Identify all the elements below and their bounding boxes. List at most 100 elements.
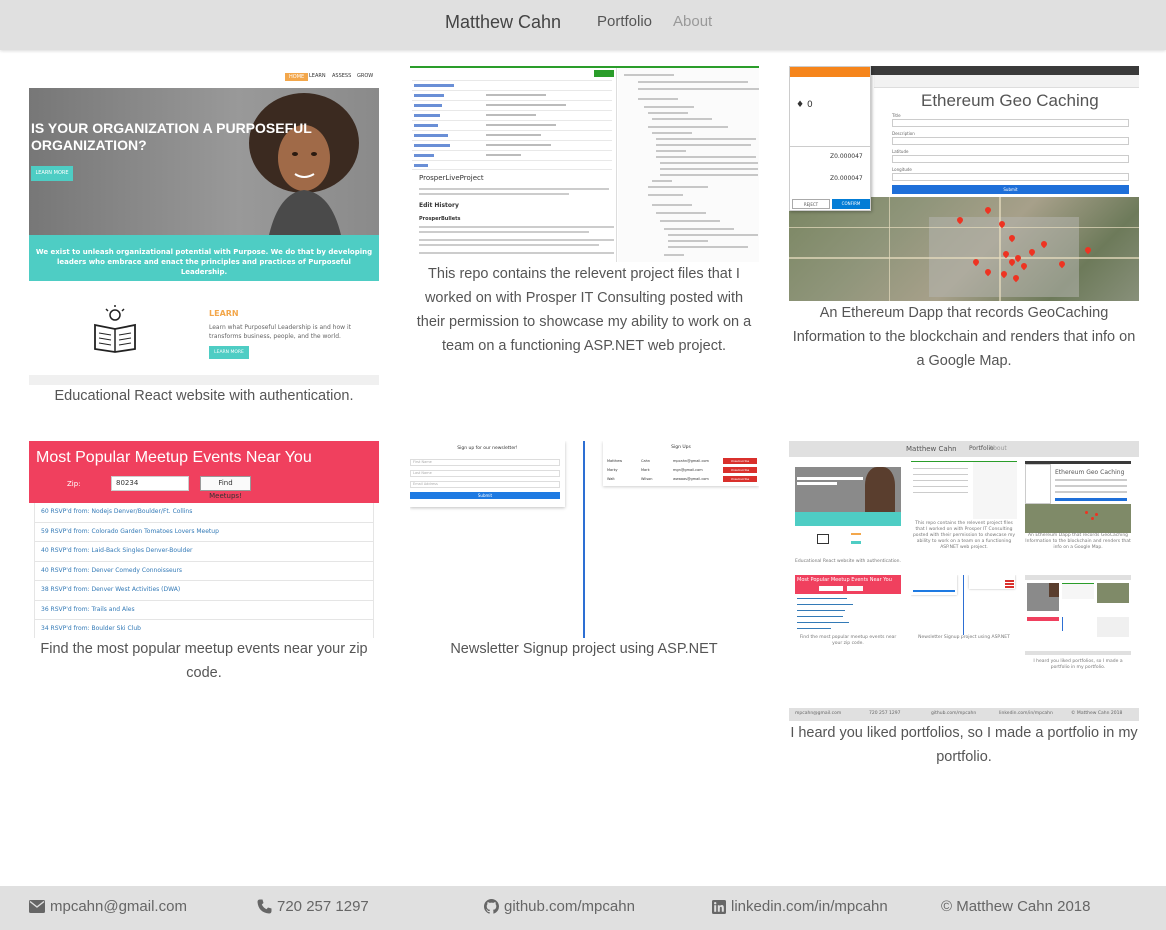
preview-nav-home: HOME xyxy=(285,73,309,81)
preview-footer-item: linkedin.com/in/mpcahn xyxy=(999,711,1053,716)
project-thumbnail-prosper[interactable]: ProsperLiveProject Edit History ProsperB… xyxy=(410,66,759,262)
preview-table-title: Sign Ups xyxy=(671,445,691,450)
footer-linkedin-link[interactable]: linkedin.com/in/mpcahn xyxy=(712,898,888,915)
table-cell: Marky xyxy=(607,468,618,472)
preview-edit-history: Edit History xyxy=(419,202,459,209)
preview-project-title: ProsperLiveProject xyxy=(419,174,484,182)
footer-email-text: mpcahn@gmail.com xyxy=(50,898,187,915)
project-caption: An Ethereum Dapp that records GeoCaching… xyxy=(792,305,1136,369)
project-caption: This repo contains the relevent project … xyxy=(416,266,752,354)
preview-field-label: Title xyxy=(892,113,901,118)
preview-signup-form: Sign up for our newsletter! First Name L… xyxy=(410,441,565,507)
preview-form-submit: Submit xyxy=(410,492,560,499)
preview-learn-text: Learn what Purposeful Leadership is and … xyxy=(209,324,351,340)
footer: mpcahn@gmail.com 720 257 1297 github.com… xyxy=(0,886,1166,930)
preview-code-pane xyxy=(618,68,759,262)
preview-divider xyxy=(583,441,585,638)
preview-amount: Ζ0.000047 xyxy=(830,153,863,160)
preview-meetup-header: Most Popular Meetup Events Near You Zip:… xyxy=(29,441,379,503)
preview-field xyxy=(892,155,1129,163)
footer-github-text: github.com/mpcahn xyxy=(504,898,635,915)
preview-find-meetups-button: Find Meetups! xyxy=(200,476,251,500)
preview-confirm-dialog: Ζ0.000047 Ζ0.000047 REJECT CONFIRM xyxy=(789,146,871,211)
github-icon xyxy=(484,899,499,914)
preview-field xyxy=(892,119,1129,127)
envelope-icon xyxy=(29,900,45,913)
preview-sub-heading: ProsperBullets xyxy=(419,216,461,222)
footer-email-link[interactable]: mpcahn@gmail.com xyxy=(29,898,187,915)
preview-hero-title: IS YOUR ORGANIZATION A PURPOSEFUL ORGANI… xyxy=(31,120,312,153)
brand-link[interactable]: Matthew Cahn xyxy=(445,12,561,33)
project-thumbnail-purposeful-leadership[interactable]: HOME LEARN ASSESS GROW IS YOUR ORGANIZAT… xyxy=(29,66,379,385)
preview-field-label: Longitude xyxy=(892,167,912,172)
nav-portfolio-link[interactable]: Portfolio xyxy=(597,13,652,30)
table-cell: Matthew xyxy=(607,459,623,463)
mini-thumbnail xyxy=(911,575,1017,635)
preview-geo-title: Ethereum Geo Caching xyxy=(921,91,1099,110)
preview-learn-title: LEARN xyxy=(209,309,239,318)
project-caption: Educational React website with authentic… xyxy=(54,388,354,404)
mini-thumbnail xyxy=(1025,575,1131,657)
table-cell: Wilson xyxy=(641,477,653,481)
list-item: 59 RSVP'd from: Colorado Garden Tomatoes… xyxy=(34,522,374,542)
preview-repo-pane: ProsperLiveProject Edit History ProsperB… xyxy=(410,68,617,262)
mini-thumbnail: Most Popular Meetup Events Near You xyxy=(795,575,901,635)
mini-thumbnail: Ethereum Geo Caching xyxy=(1025,461,1131,533)
lightbulb-book-icon xyxy=(94,305,136,353)
footer-phone-text: 720 257 1297 xyxy=(277,898,369,915)
preview-field xyxy=(892,173,1129,181)
preview-confirm-button: CONFIRM xyxy=(832,199,870,209)
project-caption: I heard you liked portfolios, so I made … xyxy=(790,725,1138,765)
footer-linkedin-text: linkedin.com/in/mpcahn xyxy=(731,898,888,915)
mini-caption: Find the most popular meetup events near… xyxy=(799,635,897,646)
preview-footer-item: mpcahn@gmail.com xyxy=(795,711,842,716)
footer-github-link[interactable]: github.com/mpcahn xyxy=(484,898,635,915)
preview-field-label: Description xyxy=(892,131,915,136)
preview-unsubscribe-button: Unsubscribe xyxy=(723,476,757,482)
phone-icon xyxy=(257,899,272,914)
preview-learn-section: LEARN Learn what Purposeful Leadership i… xyxy=(29,281,379,376)
nav-about-link[interactable]: About xyxy=(673,13,712,30)
preview-footer-item: © Matthew Cahn 2018 xyxy=(1071,711,1123,716)
project-thumbnail-newsletter[interactable]: Sign up for our newsletter! First Name L… xyxy=(410,441,759,638)
project-thumbnail-meetup[interactable]: Most Popular Meetup Events Near You Zip:… xyxy=(29,441,379,638)
preview-field xyxy=(892,137,1129,145)
list-item: 36 RSVP'd from: Trails and Ales xyxy=(34,600,374,620)
preview-form-field: Last Name xyxy=(410,470,560,477)
preview-google-map xyxy=(789,197,1139,301)
list-item: 60 RSVP'd from: Nodejs Denver/Boulder/Ft… xyxy=(34,503,374,523)
preview-zip-input: 80234 xyxy=(111,476,189,491)
preview-learn-button: LEARN MORE xyxy=(209,346,249,359)
preview-unsubscribe-button: Unsubscribe xyxy=(723,458,757,464)
preview-green-button xyxy=(594,70,614,77)
preview-meetup-list: 60 RSVP'd from: Nodejs Denver/Boulder/Ft… xyxy=(34,503,374,638)
preview-portfolio-navbar: Matthew Cahn Portfolio About xyxy=(789,441,1139,457)
preview-form-field: Email Address xyxy=(410,481,560,488)
list-item: 38 RSVP'd from: Denver West Activities (… xyxy=(34,581,374,601)
footer-copyright-text: © Matthew Cahn 2018 xyxy=(941,898,1091,915)
preview-browser-tabs xyxy=(874,75,1139,88)
table-cell: mgn@gmail.com xyxy=(673,468,703,472)
preview-footer-item: 720 257 1297 xyxy=(869,711,901,716)
preview-balance: ♦ 0 xyxy=(796,100,813,110)
project-thumbnail-ethereum[interactable]: ♦ 0 Ζ0.000047 Ζ0.000047 REJECT CONFIRM E… xyxy=(789,66,1139,301)
preview-form-title: Sign up for our newsletter! xyxy=(457,446,518,451)
mini-thumbnail xyxy=(911,461,1017,519)
project-caption: Find the most popular meetup events near… xyxy=(40,641,368,681)
preview-topnav: HOME LEARN ASSESS GROW xyxy=(29,66,379,88)
preview-nav-link: About xyxy=(989,445,1007,452)
footer-phone-link[interactable]: 720 257 1297 xyxy=(257,898,369,915)
preview-form-field: First Name xyxy=(410,459,560,466)
mini-caption: This repo contains the relevent project … xyxy=(912,521,1016,550)
preview-unsubscribe-button: Unsubscribe xyxy=(723,467,757,473)
table-cell: wwaaas@gmail.com xyxy=(673,477,709,481)
preview-footer-item: github.com/mpcahn xyxy=(931,711,977,716)
preview-nav-grow: GROW xyxy=(357,73,374,79)
mini-thumbnail xyxy=(795,461,901,557)
table-cell: mpcahn@gmail.com xyxy=(673,459,709,463)
project-thumbnail-portfolio[interactable]: Matthew Cahn Portfolio About Educational… xyxy=(789,441,1139,721)
preview-nav-learn: LEARN xyxy=(309,73,326,79)
list-item: 40 RSVP'd from: Denver Comedy Connoisseu… xyxy=(34,561,374,581)
preview-signups-table: Sign Ups Matthew Cahn mpcahn@gmail.com U… xyxy=(603,441,759,486)
preview-field-label: Latitude xyxy=(892,149,909,154)
